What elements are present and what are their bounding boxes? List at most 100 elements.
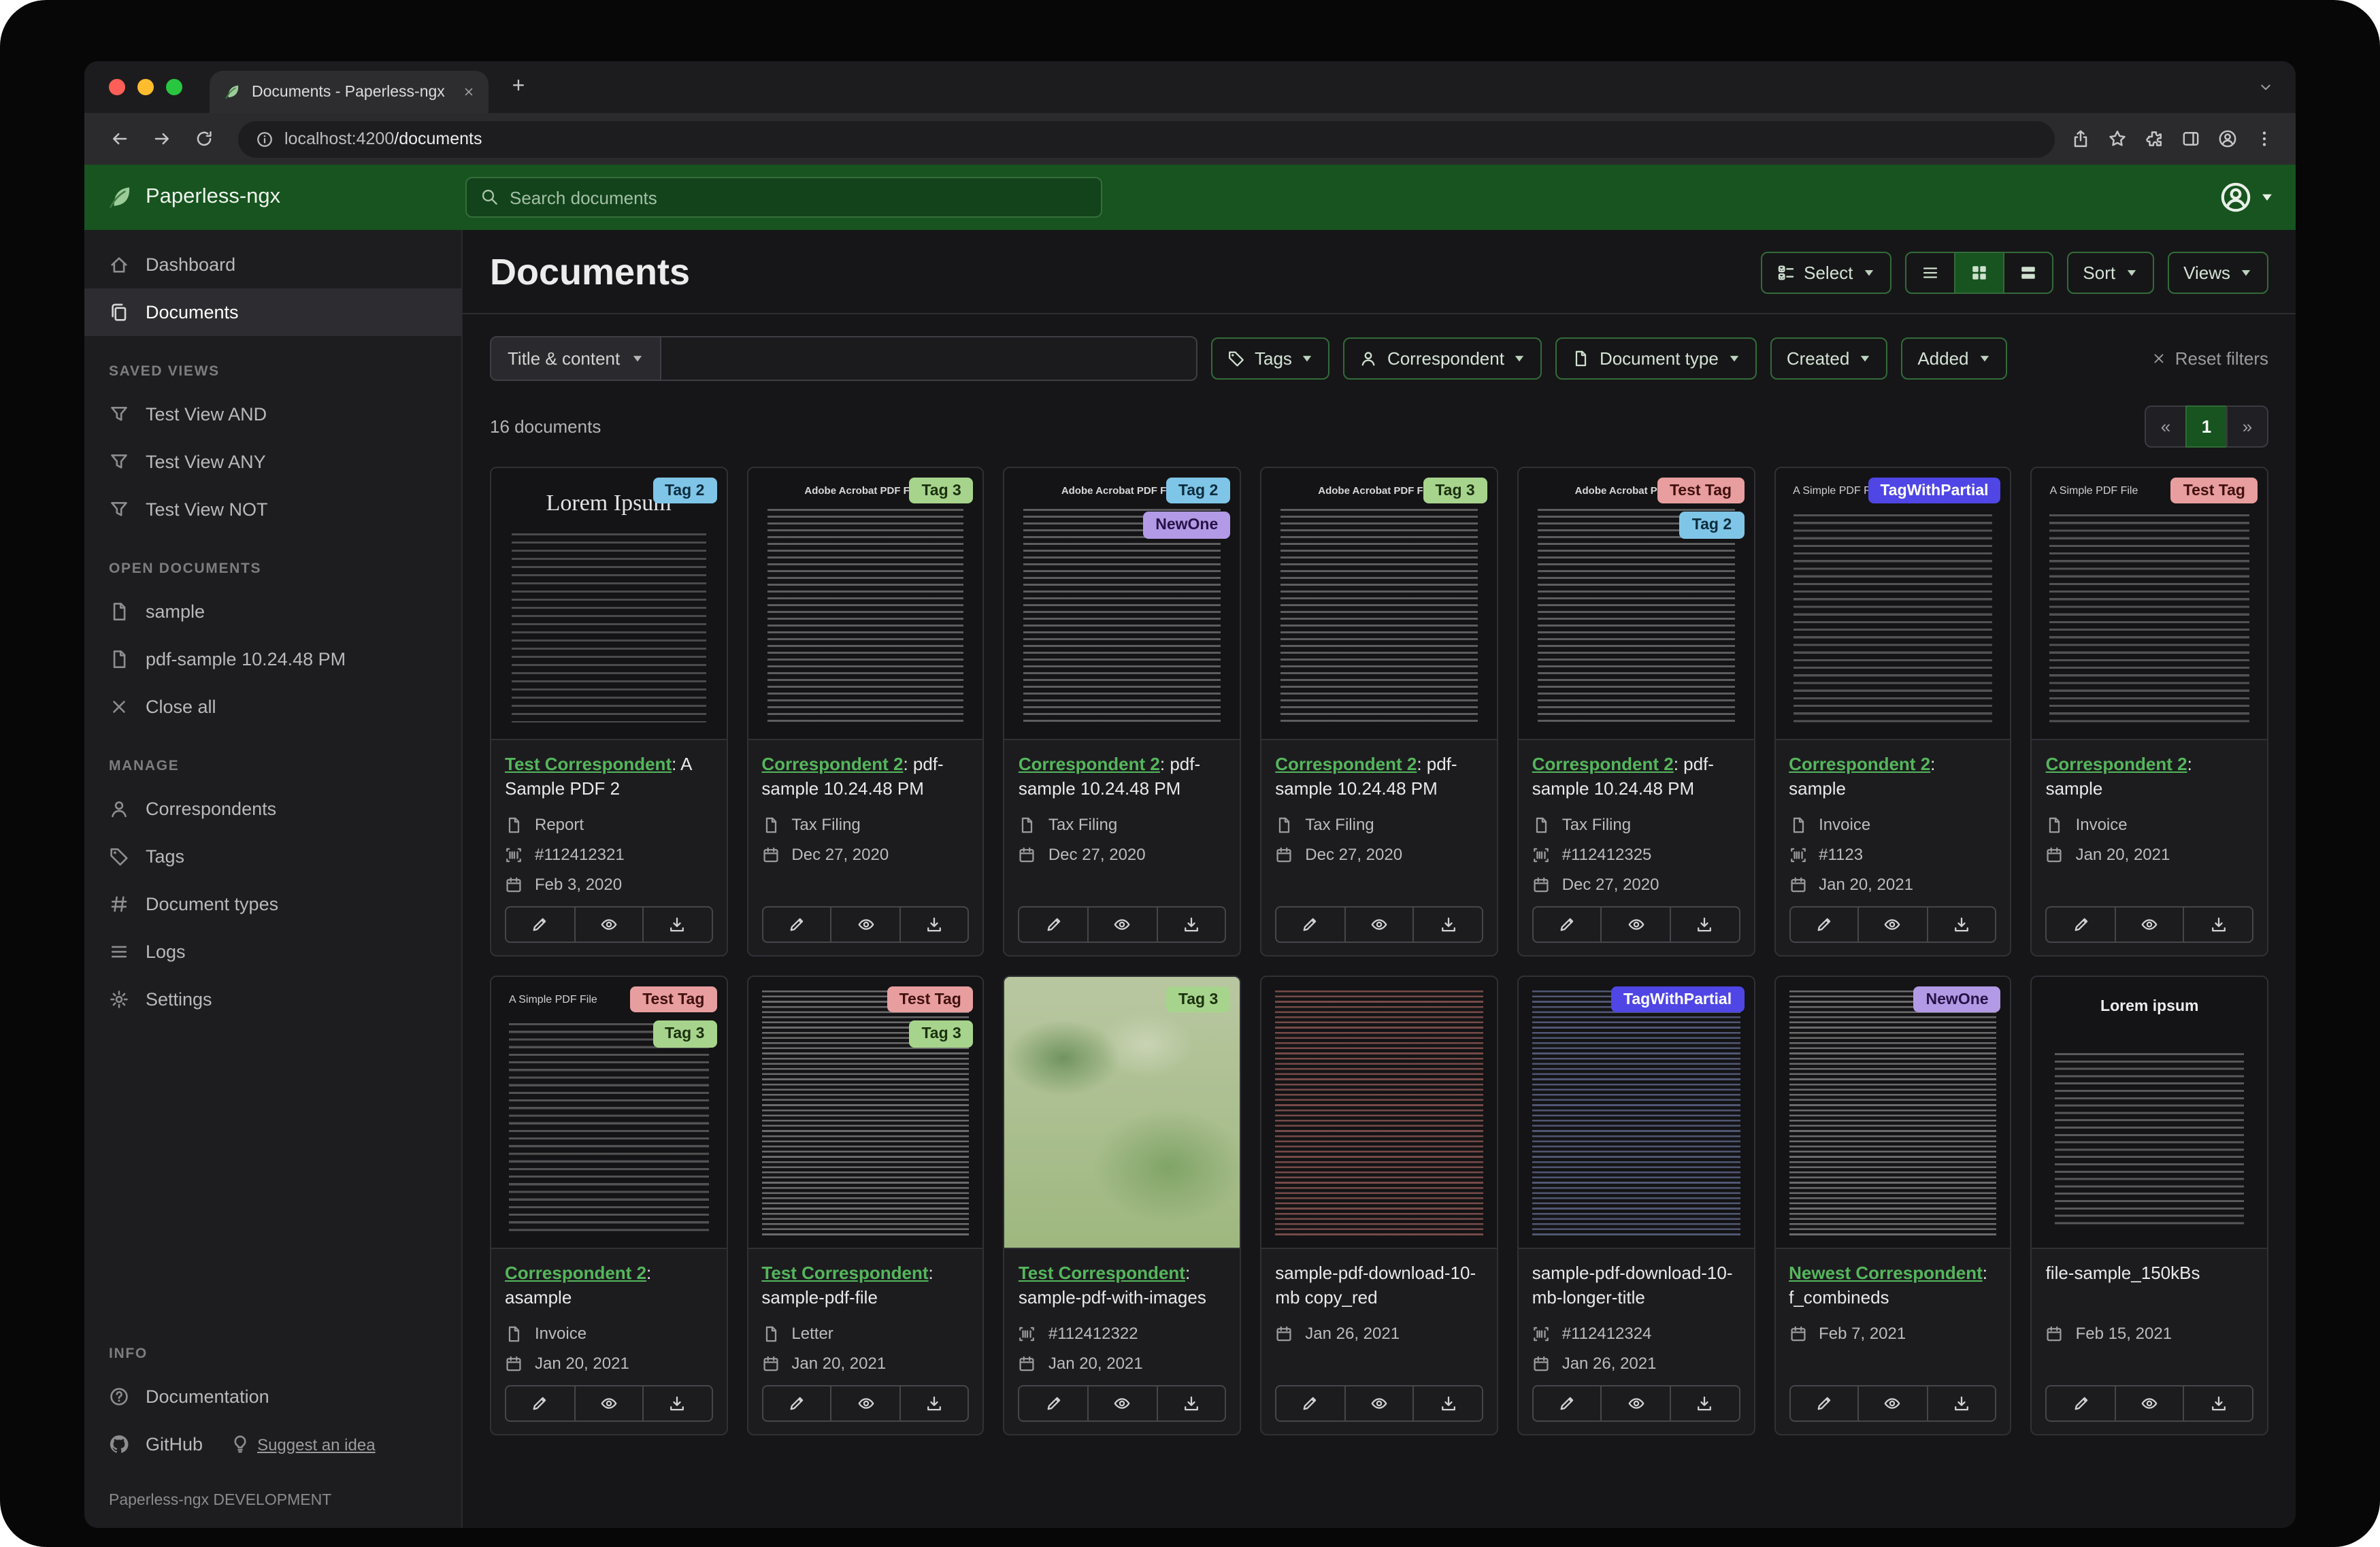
- tag-badge[interactable]: Test Tag: [887, 986, 974, 1013]
- tag-badge[interactable]: Tag 3: [652, 1021, 716, 1048]
- user-menu[interactable]: [2219, 181, 2274, 214]
- back-button[interactable]: [101, 120, 137, 157]
- browser-menu-icon[interactable]: [2255, 129, 2274, 148]
- download-button[interactable]: [1670, 906, 1740, 943]
- address-bar[interactable]: localhost:4200/documents: [238, 120, 2055, 157]
- tag-badge[interactable]: Tag 2: [1166, 478, 1230, 504]
- sidebar-item-tags[interactable]: Tags: [84, 833, 461, 880]
- sidebar-item-document-types[interactable]: Document types: [84, 880, 461, 928]
- document-card[interactable]: A Simple PDF File Test Tag Correspondent…: [2031, 467, 2268, 957]
- document-card[interactable]: A Simple PDF File TagWithPartial Corresp…: [1774, 467, 2011, 957]
- filter-field-selector[interactable]: Title & content: [490, 336, 661, 381]
- forward-button[interactable]: [143, 120, 180, 157]
- sidebar-item-dashboard[interactable]: Dashboard: [84, 241, 461, 288]
- download-button[interactable]: [642, 1385, 712, 1422]
- document-card[interactable]: TagWithPartial sample-pdf-download-10-mb…: [1517, 976, 1755, 1435]
- tag-badge[interactable]: Test Tag: [1657, 478, 1744, 504]
- correspondent-link[interactable]: Correspondent 2: [1275, 754, 1417, 774]
- page-1-button[interactable]: 1: [2185, 405, 2228, 448]
- view-detail-button[interactable]: [2002, 252, 2053, 294]
- correspondent-link[interactable]: Correspondent 2: [505, 1263, 646, 1283]
- sort-button[interactable]: Sort: [2066, 252, 2153, 294]
- document-thumbnail[interactable]: Lorem ipsum: [2032, 977, 2267, 1249]
- view-button[interactable]: [1601, 906, 1671, 943]
- download-button[interactable]: [1926, 906, 1996, 943]
- download-button[interactable]: [1926, 1385, 1996, 1422]
- document-card[interactable]: Adobe Acrobat PDF Files Tag 2NewOne Corr…: [1004, 467, 1241, 957]
- filter-added-button[interactable]: Added: [1901, 337, 2006, 380]
- edit-button[interactable]: [1532, 1385, 1602, 1422]
- edit-button[interactable]: [761, 1385, 831, 1422]
- extensions-icon[interactable]: [2145, 129, 2164, 148]
- view-button[interactable]: [1857, 906, 1928, 943]
- download-button[interactable]: [2183, 1385, 2253, 1422]
- edit-button[interactable]: [2046, 1385, 2116, 1422]
- window-zoom-button[interactable]: [166, 79, 182, 95]
- select-button[interactable]: Select: [1760, 252, 1891, 294]
- correspondent-link[interactable]: Correspondent 2: [1789, 754, 1930, 774]
- document-card[interactable]: Adobe Acrobat PDF Files Test TagTag 2 Co…: [1517, 467, 1755, 957]
- edit-button[interactable]: [2046, 906, 2116, 943]
- view-button[interactable]: [1344, 1385, 1414, 1422]
- correspondent-link[interactable]: Test Correspondent: [1019, 1263, 1185, 1283]
- document-thumbnail[interactable]: Adobe Acrobat PDF Files Tag 3: [748, 468, 982, 740]
- app-brand[interactable]: Paperless-ngx: [106, 184, 449, 211]
- tag-badge[interactable]: TagWithPartial: [1611, 986, 1744, 1013]
- tab-close-icon[interactable]: [463, 86, 475, 98]
- view-button[interactable]: [1087, 906, 1157, 943]
- reset-filters-button[interactable]: Reset filters: [2152, 348, 2268, 369]
- tag-badge[interactable]: TagWithPartial: [1868, 478, 2000, 504]
- sidebar-item-test-view-any[interactable]: Test View ANY: [84, 438, 461, 486]
- view-button[interactable]: [831, 1385, 901, 1422]
- document-thumbnail[interactable]: Lorem Ipsum Tag 2: [491, 468, 726, 740]
- sidebar-item-pdf-sample-10-24-48-pm[interactable]: pdf-sample 10.24.48 PM: [84, 635, 461, 683]
- view-button[interactable]: [574, 906, 644, 943]
- sidebar-item-github[interactable]: GitHubSuggest an idea: [84, 1420, 461, 1468]
- download-button[interactable]: [2183, 906, 2253, 943]
- tag-badge[interactable]: NewOne: [1143, 512, 1230, 539]
- filter-tags-button[interactable]: Tags: [1211, 337, 1330, 380]
- document-thumbnail[interactable]: Tag 3: [1005, 977, 1240, 1249]
- edit-button[interactable]: [761, 906, 831, 943]
- correspondent-link[interactable]: Correspondent 2: [761, 754, 903, 774]
- window-minimize-button[interactable]: [137, 79, 154, 95]
- search-input[interactable]: [510, 187, 1087, 207]
- edit-button[interactable]: [1789, 1385, 1859, 1422]
- sidebar-item-test-view-not[interactable]: Test View NOT: [84, 486, 461, 533]
- download-button[interactable]: [899, 906, 970, 943]
- document-card[interactable]: sample-pdf-download-10-mb copy_red Jan 2…: [1260, 976, 1498, 1435]
- next-page-button[interactable]: »: [2226, 405, 2268, 448]
- correspondent-link[interactable]: Correspondent 2: [1019, 754, 1160, 774]
- document-card[interactable]: Test TagTag 3 Test Correspondent: sample…: [746, 976, 984, 1435]
- sidebar-item-settings[interactable]: Settings: [84, 976, 461, 1023]
- download-button[interactable]: [642, 906, 712, 943]
- document-thumbnail[interactable]: [1261, 977, 1496, 1249]
- view-button[interactable]: [831, 906, 901, 943]
- tab-search-chevron-icon[interactable]: [2258, 79, 2274, 95]
- edit-button[interactable]: [1275, 1385, 1345, 1422]
- site-info-icon[interactable]: [256, 130, 274, 148]
- document-thumbnail[interactable]: A Simple PDF File Test TagTag 3: [491, 977, 726, 1249]
- sidebar-item-test-view-and[interactable]: Test View AND: [84, 390, 461, 438]
- view-button[interactable]: [574, 1385, 644, 1422]
- sidebar-item-documents[interactable]: Documents: [84, 288, 461, 336]
- side-panel-icon[interactable]: [2181, 129, 2200, 148]
- document-card[interactable]: Lorem Ipsum Tag 2 Test Correspondent: A …: [490, 467, 727, 957]
- tag-badge[interactable]: NewOne: [1914, 986, 2001, 1013]
- tag-badge[interactable]: Tag 3: [1166, 986, 1230, 1013]
- sidebar-item-sample[interactable]: sample: [84, 588, 461, 635]
- prev-page-button[interactable]: «: [2145, 405, 2187, 448]
- correspondent-link[interactable]: Correspondent 2: [2046, 754, 2187, 774]
- download-button[interactable]: [1413, 906, 1483, 943]
- new-tab-button[interactable]: +: [502, 75, 535, 99]
- sidebar-item-correspondents[interactable]: Correspondents: [84, 785, 461, 833]
- download-button[interactable]: [1156, 1385, 1226, 1422]
- tag-badge[interactable]: Tag 2: [1680, 512, 1744, 539]
- sidebar-item-logs[interactable]: Logs: [84, 928, 461, 976]
- share-icon[interactable]: [2071, 129, 2090, 148]
- edit-button[interactable]: [505, 1385, 575, 1422]
- edit-button[interactable]: [1789, 906, 1859, 943]
- download-button[interactable]: [1156, 906, 1226, 943]
- document-thumbnail[interactable]: A Simple PDF File Test Tag: [2032, 468, 2267, 740]
- edit-button[interactable]: [505, 906, 575, 943]
